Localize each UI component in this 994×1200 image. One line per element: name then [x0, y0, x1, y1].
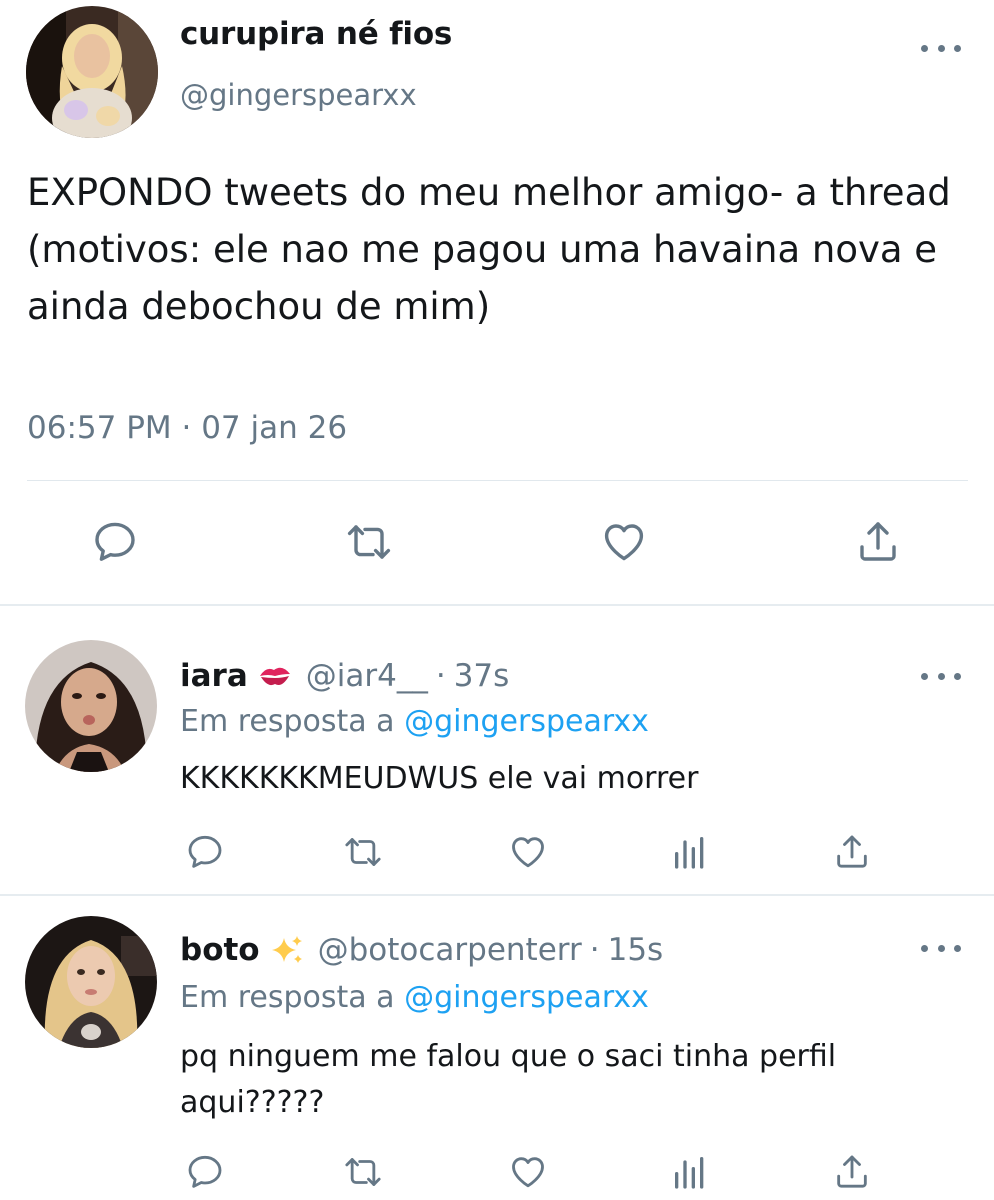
- dot: [954, 944, 961, 952]
- reply-icon[interactable]: [91, 518, 139, 566]
- tweet-thread-view: curupira né fios @gingerspearxx EXPONDO …: [0, 0, 994, 1200]
- analytics-icon[interactable]: [670, 832, 710, 872]
- display-name[interactable]: boto: [180, 932, 260, 968]
- display-name[interactable]: curupira né fios: [180, 16, 452, 52]
- sparkles-icon: [270, 934, 304, 966]
- in-reply-to: Em resposta a @gingerspearxx: [180, 980, 649, 1015]
- mention-link[interactable]: @gingerspearxx: [404, 704, 649, 739]
- reply-header: boto @botocarpenterr · 15s: [180, 932, 663, 968]
- reply-text: pq ninguem me falou que o saci tinha per…: [180, 1039, 837, 1120]
- user-handle[interactable]: @iar4__: [306, 658, 428, 694]
- in-reply-label: Em resposta a: [180, 980, 395, 1015]
- more-options-button[interactable]: [921, 38, 961, 58]
- separator: ·: [435, 658, 446, 694]
- tweet-text: EXPONDO tweets do meu melhor amigo- a th…: [27, 171, 951, 328]
- reply-icon[interactable]: [185, 832, 225, 872]
- more-options-button[interactable]: [921, 938, 961, 958]
- reply-tweet[interactable]: boto @botocarpenterr · 15s Em resposta a…: [0, 896, 994, 1200]
- mention-link[interactable]: @gingerspearxx: [404, 980, 649, 1015]
- dot: [954, 672, 961, 680]
- kiss-mark-icon: [258, 662, 292, 690]
- like-icon[interactable]: [508, 832, 548, 872]
- reply-header: iara @iar4__ · 37s: [180, 658, 509, 694]
- dot: [937, 672, 945, 680]
- tweet-action-bar: [0, 510, 994, 574]
- dot: [937, 944, 945, 952]
- avatar[interactable]: [26, 6, 158, 138]
- in-reply-label: Em resposta a: [180, 704, 395, 739]
- tweet-timestamp[interactable]: 06:57 PM · 07 jan 26: [27, 410, 347, 446]
- reply-text: KKKKKKKMEUDWUS ele vai morrer: [180, 761, 699, 796]
- share-icon[interactable]: [832, 1152, 872, 1192]
- display-name[interactable]: iara: [180, 658, 248, 694]
- share-icon[interactable]: [832, 832, 872, 872]
- divider: [27, 480, 968, 481]
- retweet-icon[interactable]: [343, 832, 383, 872]
- dot: [937, 44, 945, 52]
- retweet-icon[interactable]: [345, 518, 393, 566]
- avatar[interactable]: [25, 916, 157, 1048]
- user-handle[interactable]: @gingerspearxx: [180, 78, 417, 112]
- dot: [921, 672, 928, 680]
- more-options-button[interactable]: [921, 666, 961, 686]
- share-icon[interactable]: [854, 518, 902, 566]
- dot: [921, 44, 928, 52]
- like-icon[interactable]: [600, 518, 648, 566]
- user-handle[interactable]: @botocarpenterr: [318, 932, 582, 968]
- avatar[interactable]: [25, 640, 157, 772]
- retweet-icon[interactable]: [343, 1152, 383, 1192]
- dot: [921, 944, 928, 952]
- in-reply-to: Em resposta a @gingerspearxx: [180, 704, 649, 739]
- reply-tweet[interactable]: iara @iar4__ · 37s Em resposta a @ginger…: [0, 606, 994, 894]
- reply-time[interactable]: 37s: [454, 658, 510, 694]
- reply-time[interactable]: 15s: [608, 932, 664, 968]
- separator: ·: [589, 932, 600, 968]
- reply-icon[interactable]: [185, 1152, 225, 1192]
- dot: [954, 44, 961, 52]
- analytics-icon[interactable]: [670, 1152, 710, 1192]
- main-tweet: curupira né fios @gingerspearxx EXPONDO …: [0, 0, 994, 604]
- like-icon[interactable]: [508, 1152, 548, 1192]
